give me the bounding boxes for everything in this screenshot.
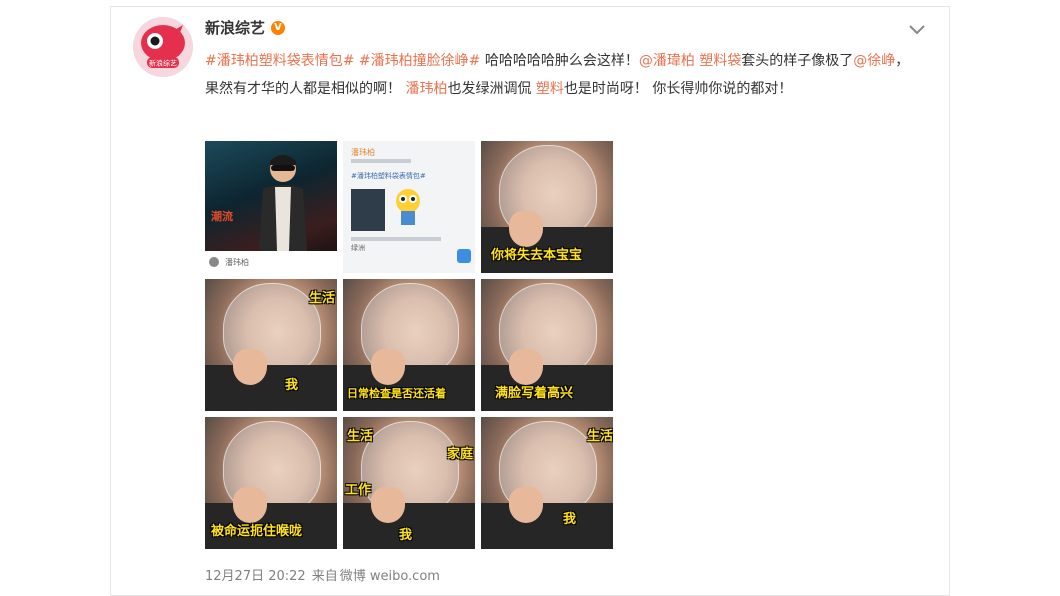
hand bbox=[509, 349, 543, 385]
hand bbox=[233, 487, 267, 523]
man-figure bbox=[259, 155, 307, 251]
screen-reply: 绿洲 bbox=[351, 244, 365, 252]
post-text-segment: 套头的样子像极了 bbox=[741, 53, 854, 69]
image-caption-2: 我 bbox=[563, 512, 577, 527]
image-tile-7[interactable]: 被命运扼住喉咙 bbox=[205, 417, 337, 549]
shirt bbox=[205, 365, 337, 411]
screen-topic: #潘玮柏塑料袋表情包# bbox=[351, 172, 426, 180]
hand bbox=[509, 211, 543, 247]
post-date[interactable]: 12月27日 20:22 bbox=[205, 565, 306, 584]
post-link[interactable]: #潘玮柏塑料袋表情包# bbox=[205, 53, 354, 69]
emoji-icon bbox=[396, 189, 420, 225]
post-link[interactable]: 塑料袋 bbox=[699, 53, 741, 69]
image-tile-4[interactable]: 生活 我 bbox=[205, 279, 337, 411]
post-link[interactable]: 塑料 bbox=[536, 81, 564, 97]
image-caption-4: 家庭 bbox=[446, 447, 473, 462]
post-source[interactable]: 微博 weibo.com bbox=[340, 565, 440, 584]
weibo-post-card: 新浪综艺 新浪综艺 V #潘玮柏塑料袋表情包# #潘玮柏撞脸徐峥# 哈哈哈哈哈肿… bbox=[110, 6, 950, 596]
image-caption: 生活 bbox=[347, 429, 374, 444]
avatar-label: 新浪综艺 bbox=[149, 59, 177, 68]
author-name[interactable]: 新浪综艺 bbox=[205, 17, 265, 38]
post-text-segment: 哈哈哈哈哈肿么会这样！ bbox=[480, 53, 639, 69]
shirt bbox=[481, 503, 613, 549]
hand bbox=[233, 349, 267, 385]
image-tile-9[interactable]: 生活 我 bbox=[481, 417, 613, 549]
post-text: #潘玮柏塑料袋表情包# #潘玮柏撞脸徐峥# 哈哈哈哈哈肿么会这样！@潘瑋柏 塑料… bbox=[205, 47, 917, 103]
hand bbox=[509, 487, 543, 523]
screen-header: 潘玮柏 bbox=[351, 148, 375, 157]
post-link[interactable]: 潘玮柏 bbox=[405, 81, 447, 97]
screen-thumbnail bbox=[351, 189, 385, 231]
image-tile-5[interactable]: 日常检查是否还活着 bbox=[343, 279, 475, 411]
photo-footer-name: 潘玮柏 bbox=[225, 257, 249, 267]
image-grid: 潮流 潘玮柏 潘玮柏 #潘玮柏塑料袋表情包# 绿洲 你将失去本宝宝 生活 我 日… bbox=[205, 141, 613, 549]
image-tile-1[interactable]: 潮流 潘玮柏 bbox=[205, 141, 337, 273]
source-prefix: 来自 bbox=[311, 569, 338, 584]
hand bbox=[371, 349, 405, 385]
image-caption: 生活 bbox=[586, 429, 613, 444]
image-caption: 满脸写着高兴 bbox=[495, 386, 574, 401]
screen-line bbox=[351, 159, 411, 163]
chevron-down-icon[interactable] bbox=[907, 21, 927, 35]
image-caption: 日常检查是否还活着 bbox=[347, 387, 446, 400]
post-footer: 12月27日 20:22 来自 微博 weibo.com bbox=[205, 565, 440, 584]
author-row: 新浪综艺 V bbox=[205, 17, 286, 38]
post-text-segment: 也是时尚呀！ 你长得帅你说的都对！ bbox=[563, 81, 793, 97]
image-caption-2: 我 bbox=[285, 378, 299, 393]
post-link[interactable]: @徐峥 bbox=[853, 53, 895, 69]
image-tile-3[interactable]: 你将失去本宝宝 bbox=[481, 141, 613, 273]
small-avatar-icon bbox=[209, 257, 219, 267]
hand bbox=[371, 487, 405, 523]
post-link[interactable]: @潘瑋柏 bbox=[639, 53, 695, 69]
post-link[interactable]: #潘玮柏撞脸徐峥# bbox=[359, 53, 480, 69]
image-caption: 被命运扼住喉咙 bbox=[211, 524, 303, 539]
image-caption-2: 我 bbox=[399, 528, 413, 543]
image-caption: 生活 bbox=[308, 291, 335, 306]
image-tile-8[interactable]: 生活 我 工作 家庭 bbox=[343, 417, 475, 549]
screen-send-button bbox=[457, 249, 471, 263]
image-tile-2[interactable]: 潘玮柏 #潘玮柏塑料袋表情包# 绿洲 bbox=[343, 141, 475, 273]
photo-footer-bar: 潘玮柏 bbox=[205, 251, 337, 273]
avatar[interactable]: 新浪综艺 bbox=[133, 17, 193, 77]
image-caption-3: 工作 bbox=[345, 483, 372, 498]
image-tile-6[interactable]: 满脸写着高兴 bbox=[481, 279, 613, 411]
post-text-segment: 也发绿洲调侃 bbox=[447, 81, 536, 97]
verified-badge-icon: V bbox=[271, 20, 286, 35]
image-caption: 你将失去本宝宝 bbox=[491, 248, 583, 263]
screen-line bbox=[351, 237, 441, 241]
photo-overlay-text: 潮流 bbox=[211, 210, 233, 223]
